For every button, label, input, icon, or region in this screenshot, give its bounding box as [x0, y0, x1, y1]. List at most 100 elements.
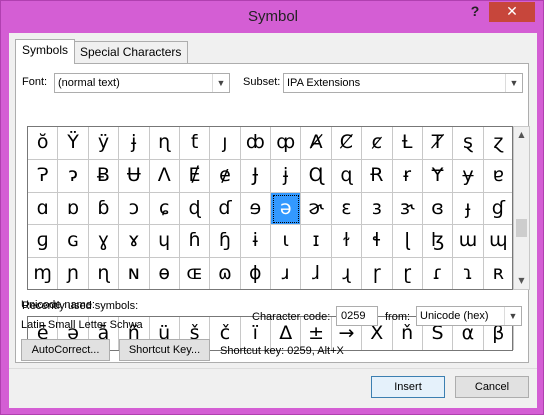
help-button[interactable]: ?: [464, 3, 486, 25]
symbol-cell[interactable]: ɚ: [301, 192, 332, 226]
symbol-cell[interactable]: ɧ: [210, 225, 241, 259]
symbol-cell[interactable]: ɠ: [483, 193, 512, 226]
symbol-cell[interactable]: ɩ: [271, 225, 302, 259]
symbol-cell[interactable]: ɮ: [422, 225, 454, 259]
symbol-cell[interactable]: ɏ: [453, 159, 484, 193]
symbol-cell[interactable]: ɱ: [28, 258, 59, 289]
symbol-cell[interactable]: ɷ: [210, 258, 241, 289]
symbol-cell[interactable]: ɐ: [483, 160, 512, 193]
symbol-cell[interactable]: ɸ: [241, 258, 271, 289]
scrollbar-thumb[interactable]: [516, 219, 527, 237]
symbol-cell[interactable]: ɦ: [179, 225, 211, 259]
symbol-cell[interactable]: ɘ: [240, 192, 271, 226]
symbol-cell[interactable]: Ɏ: [422, 159, 454, 193]
symbol-cell[interactable]: Ÿ: [58, 127, 89, 160]
symbol-cell[interactable]: Ʌ: [149, 159, 180, 193]
symbol-cell[interactable]: Ɇ: [179, 159, 211, 193]
symbol-cell[interactable]: ɟ: [453, 192, 484, 226]
symbol-cell[interactable]: Ƚ: [392, 127, 423, 160]
symbol-cell[interactable]: Ⱦ: [422, 127, 454, 160]
symbol-cell[interactable]: ɖ: [179, 192, 211, 226]
symbol-grid[interactable]: ŏŸÿɉɳƭȷȸȹȺȻȼȽȾȿɀɁɂɃɄɅɆɇɈɉɊɋɌɍɎɏɐɑɒɓɔɕɖɗɘ…: [27, 126, 513, 290]
tab-special-characters[interactable]: Special Characters: [73, 41, 189, 63]
symbol-cell[interactable]: ɨ: [240, 225, 271, 259]
symbol-cell[interactable]: Ɂ: [28, 159, 59, 193]
symbol-cell[interactable]: ȿ: [453, 127, 484, 160]
symbol-cell[interactable]: ɻ: [332, 258, 363, 289]
scroll-up-icon[interactable]: ▲: [514, 127, 529, 143]
symbol-cell[interactable]: ʀ: [484, 258, 512, 289]
symbol-cell[interactable]: ȼ: [362, 127, 393, 160]
symbol-cell[interactable]: ɽ: [393, 258, 423, 289]
symbol-cell[interactable]: ɰ: [483, 225, 512, 259]
symbol-cell[interactable]: ɋ: [331, 159, 363, 193]
symbol-cell[interactable]: ɢ: [58, 225, 89, 259]
symbol-cell[interactable]: ɝ: [392, 192, 423, 226]
scroll-down-icon[interactable]: ▼: [514, 273, 529, 289]
unicode-name-label: Unicode name:: [21, 299, 95, 311]
symbol-cell[interactable]: ɇ: [210, 159, 241, 193]
symbol-cell[interactable]: Ɉ: [240, 159, 271, 193]
symbol-cell[interactable]: ɔ: [119, 192, 150, 226]
symbol-grid-scrollbar[interactable]: ▲ ▼: [513, 126, 530, 290]
symbol-cell[interactable]: ɵ: [150, 258, 180, 289]
tab-symbols[interactable]: Symbols: [15, 39, 76, 64]
shortcut-key-button[interactable]: Shortcut Key...: [119, 339, 210, 361]
symbol-cell[interactable]: ɀ: [483, 127, 512, 160]
symbol-cell[interactable]: ɍ: [392, 159, 423, 193]
symbol-cell[interactable]: Ȼ: [331, 127, 363, 160]
symbol-cell[interactable]: ɳ: [89, 258, 120, 289]
symbol-cell[interactable]: ɛ: [331, 192, 363, 226]
symbol-cell[interactable]: ȸ: [240, 127, 271, 160]
symbol-cell[interactable]: ɕ: [149, 192, 180, 226]
character-code-field[interactable]: 0259: [336, 306, 378, 326]
symbol-cell[interactable]: ɲ: [58, 258, 89, 289]
symbol-cell[interactable]: ɉ: [271, 159, 302, 193]
symbol-cell[interactable]: ɂ: [58, 159, 89, 193]
symbol-cell[interactable]: ɶ: [180, 258, 211, 289]
symbol-cell[interactable]: Ⱥ: [301, 127, 332, 160]
symbol-cell[interactable]: ɥ: [149, 225, 180, 259]
symbol-cell[interactable]: ɜ: [362, 192, 393, 226]
symbol-cell[interactable]: ȹ: [271, 127, 302, 160]
autocorrect-button[interactable]: AutoCorrect...: [21, 339, 110, 361]
symbol-cell[interactable]: ɪ: [301, 225, 332, 259]
symbol-cell[interactable]: ɫ: [331, 225, 363, 259]
symbol-cell[interactable]: ɡ: [28, 225, 59, 259]
symbol-cell[interactable]: ɒ: [58, 192, 89, 226]
from-dropdown[interactable]: Unicode (hex) ▼: [416, 306, 522, 326]
symbol-cell[interactable]: ƭ: [179, 127, 211, 160]
symbol-cell[interactable]: Ʉ: [119, 159, 150, 193]
close-button[interactable]: ✕: [489, 2, 535, 22]
symbol-cell[interactable]: ɳ: [149, 127, 180, 160]
symbol-cell[interactable]: ɤ: [119, 225, 150, 259]
symbol-cell[interactable]: ɿ: [453, 258, 484, 289]
symbol-cell[interactable]: ɓ: [88, 192, 120, 226]
insert-button[interactable]: Insert: [371, 376, 445, 398]
symbol-cell[interactable]: ɼ: [362, 258, 393, 289]
subset-dropdown[interactable]: IPA Extensions ▼: [283, 73, 523, 93]
symbol-cell[interactable]: ɯ: [453, 225, 484, 259]
shortcut-key-text: Shortcut key: 0259, Alt+X: [220, 345, 344, 357]
symbol-cell[interactable]: ŏ: [28, 127, 59, 160]
symbol-cell[interactable]: Ɋ: [301, 159, 332, 193]
cancel-button[interactable]: Cancel: [455, 376, 529, 398]
symbol-cell[interactable]: ɗ: [210, 192, 241, 226]
symbol-cell[interactable]: Ƀ: [88, 159, 120, 193]
symbol-cell[interactable]: ə: [271, 192, 302, 226]
symbol-cell[interactable]: ÿ: [88, 127, 120, 160]
symbol-cell[interactable]: ɴ: [119, 258, 150, 289]
title-bar[interactable]: Symbol ? ✕: [1, 1, 544, 33]
font-dropdown[interactable]: (normal text) ▼: [54, 73, 230, 93]
symbol-cell[interactable]: Ɍ: [362, 159, 393, 193]
symbol-cell[interactable]: ȷ: [210, 127, 241, 160]
symbol-cell[interactable]: ɾ: [423, 258, 454, 289]
symbol-cell[interactable]: ɬ: [362, 225, 393, 259]
symbol-cell[interactable]: ɹ: [271, 258, 302, 289]
symbol-cell[interactable]: ɞ: [422, 192, 454, 226]
symbol-cell[interactable]: ɭ: [392, 225, 423, 259]
symbol-cell[interactable]: ɉ: [119, 127, 150, 160]
symbol-cell[interactable]: ɺ: [301, 258, 332, 289]
symbol-cell[interactable]: ɣ: [88, 225, 120, 259]
symbol-cell[interactable]: ɑ: [28, 192, 59, 226]
